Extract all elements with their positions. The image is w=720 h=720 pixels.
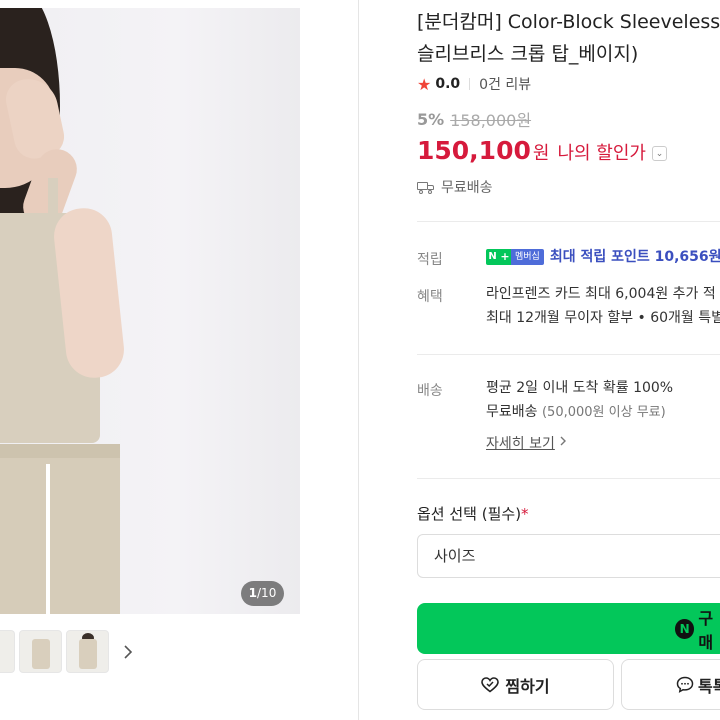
points-value: N + 멤버십 최대 적립 포인트 10,656원	[486, 245, 720, 269]
points-label: 적립	[417, 252, 443, 268]
max-points-text: 최대 적립 포인트 10,656원	[549, 249, 720, 265]
discount-rate: 5%	[417, 109, 445, 129]
thumbnail-strip	[0, 630, 109, 673]
heart-icon	[481, 676, 500, 693]
chevron-right-icon[interactable]	[120, 640, 136, 664]
option-title: 옵션 선택 (필수)*	[417, 503, 529, 524]
required-mark: *	[521, 505, 529, 523]
naver-pay-icon: N	[675, 618, 695, 639]
wishlist-button-label: 찜하기	[505, 676, 550, 696]
skirt-waistband	[0, 444, 120, 458]
product-main-image[interactable]: 1/10	[0, 8, 300, 614]
membership-badge: N + 멤버십	[486, 249, 544, 265]
section-divider	[417, 354, 720, 355]
star-icon: ★	[417, 74, 432, 94]
skirt	[0, 444, 120, 614]
delivery-label: 배송	[417, 383, 443, 399]
sale-price-row[interactable]: 150,100 원 나의 할인가 ⌄	[417, 136, 667, 170]
product-title-line2: 슬리브리스 크롭 탑_베이지)	[417, 43, 639, 65]
membership-badge-text: 멤버십	[511, 249, 544, 265]
thumbnail[interactable]	[19, 630, 62, 673]
thumbnail[interactable]	[66, 630, 109, 673]
section-divider	[417, 221, 720, 222]
perks-label: 혜택	[417, 289, 443, 305]
details-link-text: 자세히 보기	[486, 436, 555, 452]
details-link[interactable]: 자세히 보기	[486, 433, 567, 453]
size-select[interactable]: 사이즈	[417, 534, 720, 578]
divider	[469, 78, 471, 90]
product-title-line1: [분더캄머] Color-Block Sleeveless	[417, 11, 720, 33]
chevron-right-icon	[559, 435, 567, 451]
image-counter: 1/10	[241, 581, 284, 606]
chat-icon	[676, 676, 694, 693]
delivery-fee-text: 무료배송 (50,000원 이상 무료)	[486, 400, 673, 425]
option-title-text: 옵션 선택 (필수)	[417, 505, 522, 523]
arrival-probability-text: 평균 2일 이내 도착 확률 100%	[486, 380, 674, 396]
buy-button[interactable]: N 구매	[417, 603, 720, 654]
buy-button-label: 구매	[698, 608, 714, 652]
talktalk-button[interactable]: 톡톡	[621, 659, 720, 710]
wishlist-button[interactable]: 찜하기	[417, 659, 614, 710]
talktalk-button-label: 톡톡	[698, 676, 720, 696]
rating-score: 0.0	[435, 76, 461, 92]
perks-value: 라인프렌즈 카드 최대 6,004원 추가 적 최대 12개월 무이자 할부 •…	[486, 282, 720, 330]
product-title: [분더캄머] Color-Block Sleeveless 슬리브리스 크롭 탑…	[417, 6, 720, 70]
thumbnail[interactable]	[0, 630, 15, 673]
card-benefit-text: 라인프렌즈 카드 최대 6,004원 추가 적	[486, 286, 716, 302]
sale-price: 150,100	[417, 136, 531, 165]
shipping-summary-text: 무료배송	[441, 180, 493, 196]
review-count[interactable]: 0건 리뷰	[479, 74, 531, 94]
column-divider	[358, 0, 359, 720]
my-discount-label: 나의 할인가	[557, 143, 646, 164]
free-shipping-text: 무료배송	[486, 404, 538, 420]
section-divider	[417, 478, 720, 479]
price-unit: 원	[532, 143, 550, 164]
naver-n-icon: N	[486, 249, 499, 265]
image-counter-current: 1	[248, 586, 258, 600]
original-price-row: 5% 158,000원	[417, 107, 531, 131]
chevron-down-icon[interactable]: ⌄	[651, 145, 667, 161]
shipping-summary: 무료배송	[417, 177, 493, 197]
installment-text: 최대 12개월 무이자 할부 • 60개월 특별	[486, 310, 720, 326]
plus-icon: +	[499, 249, 511, 265]
delivery-value: 평균 2일 이내 도착 확률 100% 무료배송 (50,000원 이상 무료)	[486, 376, 673, 425]
truck-icon	[417, 181, 435, 194]
skirt-stripe	[46, 464, 50, 614]
rating-summary[interactable]: ★ 0.0 0건 리뷰	[417, 73, 531, 95]
original-price: 158,000원	[450, 111, 532, 130]
free-shipping-condition: (50,000원 이상 무료)	[541, 405, 666, 420]
image-counter-total: /10	[257, 586, 277, 600]
